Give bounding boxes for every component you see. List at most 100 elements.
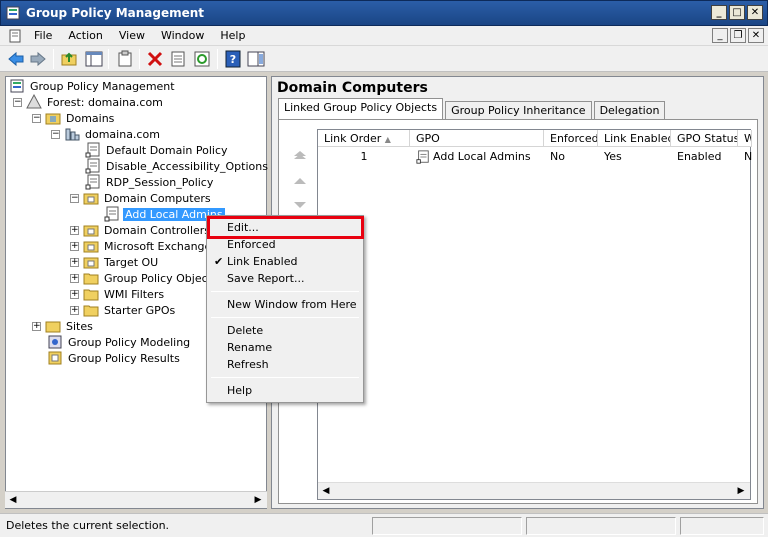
document-icon[interactable]	[8, 29, 22, 43]
expand-toggle[interactable]: +	[70, 257, 79, 267]
gpo-link-icon	[85, 158, 100, 174]
show-hide-console-tree-icon[interactable]	[85, 50, 103, 68]
menu-file[interactable]: File	[26, 29, 60, 42]
forward-arrow-icon[interactable]	[29, 50, 47, 68]
scroll-left-icon[interactable]: ◀	[8, 495, 18, 505]
expand-toggle[interactable]: +	[70, 241, 79, 251]
svg-text:?: ?	[230, 53, 236, 66]
tree-item-default-domain-policy[interactable]: Default Domain Policy	[85, 142, 230, 158]
tree-item-forest[interactable]: − Forest: domaina.com	[13, 94, 165, 110]
menu-help[interactable]: Help	[212, 29, 253, 42]
tab-gp-inheritance[interactable]: Group Policy Inheritance	[445, 101, 592, 119]
domain-icon	[65, 128, 80, 141]
expand-toggle[interactable]: +	[32, 321, 41, 331]
window-title: Group Policy Management	[26, 6, 205, 20]
tree-horizontal-scrollbar[interactable]: ◀ ▶	[5, 491, 267, 508]
collapse-toggle[interactable]: −	[13, 97, 22, 107]
help-icon[interactable]: ?	[224, 50, 242, 68]
results-icon	[48, 351, 62, 365]
clipboard-icon[interactable]	[116, 50, 134, 68]
refresh-icon[interactable]	[193, 50, 211, 68]
minimize-button[interactable]: _	[711, 5, 727, 20]
tree-item-gp-results[interactable]: Group Policy Results	[47, 350, 182, 366]
cell-gpo-status: Enabled	[677, 150, 722, 163]
expand-toggle[interactable]: +	[70, 289, 79, 299]
tree-item-gpm-root[interactable]: Group Policy Management	[9, 78, 177, 94]
forest-icon	[26, 94, 42, 109]
cell-link-order: 1	[360, 150, 368, 163]
column-link-order[interactable]: Link Order ▲	[318, 130, 410, 147]
table-row[interactable]: 1 Add Local Admins No Yes Enabled N	[318, 148, 752, 165]
column-enforced[interactable]: Enforced	[544, 130, 598, 147]
menu-item-new-window[interactable]: New Window from Here	[209, 296, 361, 313]
gpo-link-icon	[85, 174, 100, 190]
scroll-right-icon[interactable]: ▶	[253, 495, 263, 505]
folder-icon	[83, 273, 99, 285]
tree-item-domains[interactable]: − Domains	[32, 110, 116, 126]
cell-link-enabled: Yes	[604, 150, 622, 163]
ou-icon	[83, 257, 99, 269]
properties-icon[interactable]	[169, 50, 187, 68]
tree-item-group-policy-objects[interactable]: + Group Policy Objects	[70, 270, 220, 286]
gpo-link-icon	[416, 149, 429, 164]
menu-separator	[211, 291, 359, 292]
tree-item-gp-modeling[interactable]: Group Policy Modeling	[47, 334, 192, 350]
folder-icon	[83, 305, 99, 317]
menu-window[interactable]: Window	[153, 29, 212, 42]
back-arrow-icon[interactable]	[7, 50, 25, 68]
collapse-toggle[interactable]: −	[32, 113, 41, 123]
details-title: Domain Computers	[277, 80, 428, 96]
menu-item-save-report[interactable]: Save Report...	[209, 270, 361, 287]
collapse-toggle[interactable]: −	[70, 193, 79, 203]
status-panel	[680, 517, 764, 535]
tree-item-domain-computers[interactable]: − Domain Computers	[70, 190, 213, 206]
menu-item-delete[interactable]: Delete	[209, 322, 361, 339]
table-horizontal-scrollbar[interactable]: ◀ ▶	[318, 482, 750, 499]
show-hide-action-pane-icon[interactable]	[247, 50, 265, 68]
column-wmi[interactable]: W	[738, 130, 752, 147]
menu-item-link-enabled[interactable]: ✔ Link Enabled	[209, 253, 361, 270]
tree-item-domaina[interactable]: − domaina.com	[51, 126, 162, 142]
cell-wmi: N	[744, 150, 752, 163]
mdi-restore-button[interactable]: ❐	[730, 28, 746, 43]
menu-view[interactable]: View	[111, 29, 153, 42]
expand-toggle[interactable]: +	[70, 273, 79, 283]
scroll-right-icon[interactable]: ▶	[736, 486, 746, 496]
mdi-minimize-button[interactable]: _	[712, 28, 728, 43]
tree-item-starter-gpos[interactable]: + Starter GPOs	[70, 302, 177, 318]
ou-icon	[83, 225, 99, 237]
close-button[interactable]: ✕	[747, 5, 763, 20]
column-gpo[interactable]: GPO	[410, 130, 544, 147]
menu-item-help[interactable]: Help	[209, 382, 361, 399]
move-link-top-icon[interactable]	[293, 150, 307, 160]
column-gpo-status[interactable]: GPO Status	[671, 130, 738, 147]
menu-action[interactable]: Action	[60, 29, 110, 42]
delete-icon[interactable]	[146, 50, 164, 68]
up-folder-icon[interactable]	[60, 50, 78, 68]
tree-item-disable-accessibility[interactable]: Disable_Accessibility_Options	[85, 158, 270, 174]
tab-delegation[interactable]: Delegation	[593, 101, 666, 119]
tab-linked-gpos[interactable]: Linked Group Policy Objects	[278, 98, 444, 119]
tree-item-sites[interactable]: + Sites	[32, 318, 95, 334]
scroll-left-icon[interactable]: ◀	[321, 486, 331, 496]
gpo-link-icon	[104, 206, 119, 222]
move-link-up-icon[interactable]	[293, 176, 307, 186]
expand-toggle[interactable]: +	[70, 305, 79, 315]
domains-icon	[45, 113, 61, 125]
column-link-enabled[interactable]: Link Enabled	[598, 130, 671, 147]
move-link-down-icon[interactable]	[293, 200, 307, 210]
menu-item-refresh[interactable]: Refresh	[209, 356, 361, 373]
expand-toggle[interactable]: +	[70, 225, 79, 235]
tree-item-target-ou[interactable]: + Target OU	[70, 254, 160, 270]
menu-item-rename[interactable]: Rename	[209, 339, 361, 356]
context-menu: Edit... Enforced ✔ Link Enabled Save Rep…	[206, 215, 364, 403]
tree-item-rdp-session-policy[interactable]: RDP_Session_Policy	[85, 174, 215, 190]
details-tabs: Linked Group Policy Objects Group Policy…	[278, 98, 667, 119]
mdi-close-button[interactable]: ✕	[748, 28, 764, 43]
collapse-toggle[interactable]: −	[51, 129, 60, 139]
cell-enforced: No	[550, 150, 565, 163]
tree-item-domain-controllers[interactable]: + Domain Controllers	[70, 222, 212, 238]
maximize-button[interactable]: □	[729, 5, 745, 20]
tree-item-microsoft-exchange[interactable]: + Microsoft Exchange S	[70, 238, 224, 254]
tree-item-wmi-filters[interactable]: + WMI Filters	[70, 286, 166, 302]
